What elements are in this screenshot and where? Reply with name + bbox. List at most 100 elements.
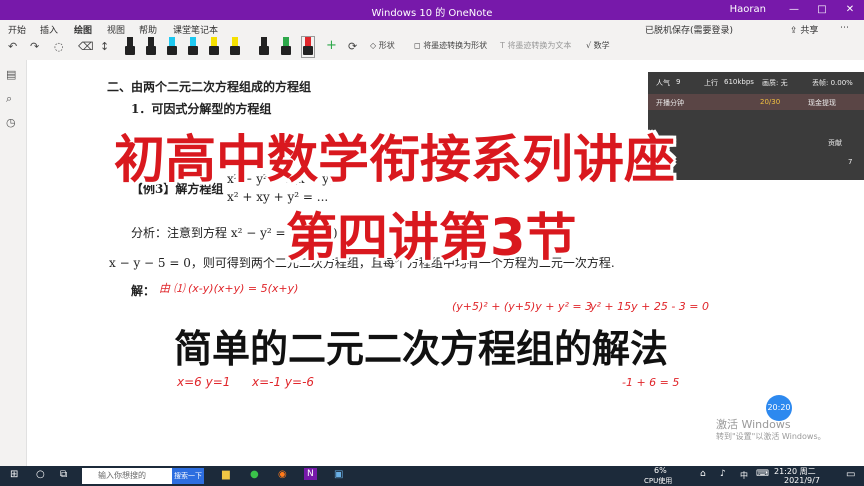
pen-9-tip bbox=[305, 37, 311, 46]
clock-date[interactable]: 2021/9/7 bbox=[784, 476, 820, 485]
pen-5-tip bbox=[211, 37, 217, 46]
pen-4-tip bbox=[190, 37, 196, 46]
section-heading: 二、由两个二元二次方程组成的方程组 bbox=[107, 80, 312, 94]
ink-to-text-label: 将墨迹转换为文本 bbox=[507, 41, 572, 50]
shapes-label: 形状 bbox=[378, 41, 395, 50]
popularity-label: 人气 bbox=[656, 79, 670, 87]
shapes-button[interactable]: ◇ 形状 bbox=[370, 40, 395, 51]
pen-9-icon[interactable] bbox=[301, 36, 315, 58]
windows-start-icon[interactable]: ⊞ bbox=[10, 469, 18, 480]
handwriting-line-3: y² + 15y + 25 - 3 = 0 bbox=[590, 300, 710, 313]
pen-8-body bbox=[281, 46, 291, 55]
notebooks-icon[interactable]: ▤ bbox=[6, 68, 16, 81]
navigation-sidebar: ▤ ⌕ ◷ bbox=[0, 60, 27, 466]
ink-to-text-button[interactable]: T 将墨迹转换为文本 bbox=[500, 40, 571, 51]
title-bar: Windows 10 的 OneNote Haoran — □ ✕ bbox=[0, 0, 864, 20]
tab-insert[interactable]: 插入 bbox=[40, 23, 58, 36]
insert-space-icon[interactable]: ↕ bbox=[100, 40, 109, 53]
cpu-label: CPU使用 bbox=[644, 477, 673, 485]
pen-7-icon[interactable] bbox=[258, 37, 270, 57]
pen-8-icon[interactable] bbox=[280, 37, 292, 57]
search-icon[interactable]: ⌕ bbox=[6, 92, 12, 106]
ink-to-shape-button[interactable]: ◻ 将墨迹转换为形状 bbox=[414, 40, 487, 51]
pen-3-body bbox=[167, 46, 177, 55]
lasso-icon[interactable]: ◌ bbox=[54, 40, 64, 53]
taskbar-search-placeholder: 输入你想搜的 bbox=[98, 471, 146, 480]
keyboard-icon[interactable]: ⌨ bbox=[756, 469, 769, 479]
app-icon[interactable]: ▣ bbox=[334, 469, 343, 480]
draw-toolbar: ↶ ↷ ◌ ⌫ ↕ + ⟳ ◇ 形状 ◻ 将墨迹转换为形状 T 将墨迹转换为文本… bbox=[0, 36, 864, 61]
pen-7-body bbox=[259, 46, 269, 55]
maximize-button[interactable]: □ bbox=[808, 0, 836, 20]
ime-indicator[interactable]: 中 bbox=[740, 470, 748, 481]
pen-5-body bbox=[209, 46, 219, 55]
taskbar: ⊞ ○ ⧉ 输入你想搜的 搜索一下 ▆ ● ◉ N ▣ 6% CPU使用 ⌂ ♪… bbox=[0, 466, 864, 486]
cpu-value: 6% bbox=[654, 466, 667, 475]
highlighter-2-icon[interactable] bbox=[229, 37, 241, 57]
pen-1-tip bbox=[127, 37, 133, 46]
pen-9-body bbox=[303, 46, 313, 55]
wechat-icon[interactable]: ● bbox=[250, 469, 259, 480]
onenote-icon[interactable]: N bbox=[304, 468, 317, 480]
pen-1-body bbox=[125, 46, 135, 55]
task-view-icon[interactable]: ⧉ bbox=[60, 469, 67, 480]
taskbar-search-button[interactable]: 搜索一下 bbox=[172, 468, 204, 484]
add-pen-icon[interactable]: + bbox=[326, 38, 337, 53]
subsection-heading: 1．可因式分解型的方程组 bbox=[131, 102, 272, 116]
close-button[interactable]: ✕ bbox=[836, 0, 864, 20]
pen-3-tip bbox=[169, 37, 175, 46]
highlighter-1-icon[interactable] bbox=[208, 37, 220, 57]
file-explorer-icon[interactable]: ▆ bbox=[222, 469, 230, 480]
duration-value: 20/30 bbox=[760, 98, 781, 106]
tab-help[interactable]: 帮助 bbox=[139, 23, 157, 36]
pen-7-tip bbox=[261, 37, 267, 46]
overlay-title-lesson: 第四讲第3节 bbox=[286, 209, 577, 268]
overlay-title-main: 初高中数学衔接系列讲座 bbox=[114, 131, 676, 190]
eraser-icon[interactable]: ⌫ bbox=[78, 40, 94, 53]
quality-label: 画质: 无 bbox=[762, 79, 788, 87]
handwriting-line-4: -1 + 6 = 5 bbox=[622, 376, 680, 389]
menu-bar: 开始 插入 绘图 视图 帮助 课堂笔记本 已脱机保存(需要登录) ⇪ 共享 ⋯ bbox=[0, 20, 864, 38]
ruler-icon[interactable]: ⟳ bbox=[348, 40, 357, 53]
pen-2-tip bbox=[148, 37, 154, 46]
pen-6-body bbox=[230, 46, 240, 55]
network-icon[interactable]: ⌂ bbox=[700, 469, 706, 479]
pen-2-icon[interactable] bbox=[145, 37, 157, 57]
handwriting-solution-a: x=6 y=1 bbox=[177, 375, 231, 389]
pen-2-body bbox=[146, 46, 156, 55]
more-icon[interactable]: ⋯ bbox=[840, 23, 849, 33]
pen-1-icon[interactable] bbox=[124, 37, 136, 57]
handwriting-line-2: (y+5)² + (y+5)y + y² = 3 bbox=[452, 300, 593, 313]
solution-label: 解： bbox=[131, 284, 156, 298]
pen-4-icon[interactable] bbox=[187, 37, 199, 57]
duration-label: 开播分钟 bbox=[656, 99, 684, 107]
share-button[interactable]: ⇪ 共享 bbox=[790, 23, 818, 36]
minimize-button[interactable]: — bbox=[780, 0, 808, 20]
undo-icon[interactable]: ↶ bbox=[8, 40, 17, 53]
stream-stats-panel: 人气 9 上行 610kbps 画质: 无 丢帧: 0.00% 开播分钟 20/… bbox=[648, 72, 864, 180]
volume-icon[interactable]: ♪ bbox=[720, 469, 726, 479]
redo-icon[interactable]: ↷ bbox=[30, 40, 39, 53]
ink-to-shape-label: 将墨迹转换为形状 bbox=[423, 41, 488, 50]
notifications-icon[interactable]: ▭ bbox=[846, 469, 855, 480]
math-button[interactable]: √ 数学 bbox=[586, 40, 610, 51]
upload-value: 610kbps bbox=[724, 78, 754, 86]
pen-4-body bbox=[188, 46, 198, 55]
taskbar-search-box[interactable]: 输入你想搜的 bbox=[82, 468, 174, 484]
user-name[interactable]: Haoran bbox=[730, 4, 766, 15]
pen-3-icon[interactable] bbox=[166, 37, 178, 57]
pen-8-tip bbox=[283, 37, 289, 46]
share-label: 共享 bbox=[800, 26, 819, 36]
tab-class-notebook[interactable]: 课堂笔记本 bbox=[173, 23, 218, 36]
firefox-icon[interactable]: ◉ bbox=[278, 469, 287, 480]
overlay-subtitle: 简单的二元二次方程组的解法 bbox=[174, 327, 669, 371]
loss-label: 丢帧: 0.00% bbox=[812, 79, 853, 87]
tab-home[interactable]: 开始 bbox=[8, 23, 26, 36]
search-taskbar-icon[interactable]: ○ bbox=[36, 469, 45, 480]
cash-button[interactable]: 现金提现 bbox=[808, 98, 836, 108]
contribution-count: 7 bbox=[848, 158, 853, 166]
tab-view[interactable]: 视图 bbox=[107, 23, 125, 36]
recent-icon[interactable]: ◷ bbox=[6, 116, 16, 129]
contribution-label: 贡献 bbox=[828, 139, 842, 147]
activation-watermark-text: 转到"设置"以激活 Windows。 bbox=[716, 432, 826, 441]
